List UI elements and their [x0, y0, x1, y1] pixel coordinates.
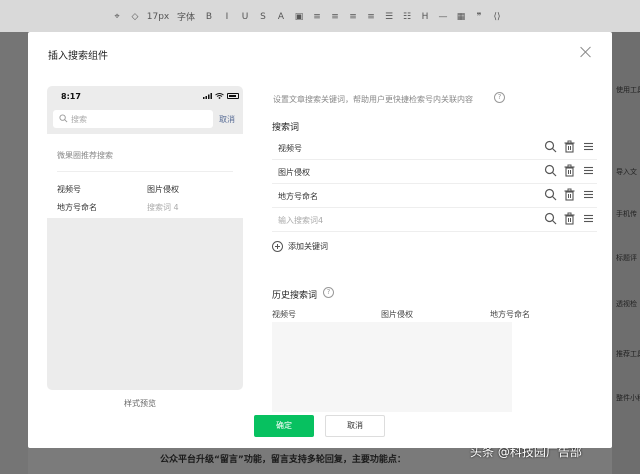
editor-left-margin — [0, 32, 28, 474]
recommend-word: 图片侵权 — [147, 185, 179, 194]
keyword-text[interactable]: 视频号 — [278, 143, 302, 154]
keyword-row: 输入搜索词4 — [272, 208, 597, 232]
bold-button[interactable]: B — [200, 12, 218, 22]
phone-time: 8:17 — [61, 92, 81, 101]
trash-icon[interactable] — [563, 212, 576, 225]
dialog-title: 插入搜索组件 — [48, 51, 108, 62]
help-icon[interactable]: ? — [494, 92, 505, 103]
help-icon[interactable]: ? — [323, 287, 334, 298]
drag-handle-icon[interactable] — [582, 140, 595, 153]
trash-icon[interactable] — [563, 164, 576, 177]
keyword-text[interactable]: 地方号命名 — [278, 191, 318, 202]
indent-icon[interactable]: ≡ — [326, 12, 344, 22]
phone-status-bar: 8:17 — [47, 86, 243, 108]
line-height-icon[interactable]: ≡ — [362, 12, 380, 22]
search-icon — [59, 114, 68, 123]
sidebar-item-phone[interactable]: 手机传 — [616, 210, 640, 219]
font-size-select[interactable]: 17px — [144, 12, 172, 22]
keywords-section-title: 搜索词 — [272, 123, 300, 133]
status-icons — [203, 93, 239, 99]
align-left-icon[interactable]: ≡ — [344, 12, 362, 22]
drag-handle-icon[interactable] — [582, 188, 595, 201]
add-keyword-label: 添加关键词 — [288, 242, 328, 251]
divider — [57, 171, 233, 172]
dialog-description: 设置文章搜索关键词，帮助用户更快捷检索号内关联内容 — [273, 95, 473, 104]
align-center-icon[interactable]: ≡ — [308, 12, 326, 22]
drag-handle-icon[interactable] — [582, 212, 595, 225]
phone-cancel-link: 取消 — [219, 115, 235, 124]
search-icon[interactable] — [544, 140, 557, 153]
wifi-icon — [215, 93, 224, 99]
keyword-text[interactable]: 图片侵权 — [278, 167, 310, 178]
list-icon[interactable]: ☰ — [380, 12, 398, 22]
trash-icon[interactable] — [563, 140, 576, 153]
search-icon[interactable] — [544, 164, 557, 177]
table-icon[interactable]: ▦ — [452, 12, 470, 22]
cancel-button[interactable]: 取消 — [325, 415, 385, 437]
keyword-row: 视频号 — [272, 136, 597, 160]
editor-toolbar: ⌖ ◇ 17px 字体 B I U S A ▣ ≡ ≡ ≡ ≡ ☰ ☷ H — … — [0, 0, 640, 32]
code-icon[interactable]: ⟨⟩ — [488, 12, 506, 22]
phone-preview: 8:17 搜索 取消 微果圈推荐搜索 视频号 图片侵权 地方号命名 搜索词 4 — [47, 86, 243, 390]
history-list — [272, 322, 512, 412]
phone-search-placeholder: 搜索 — [71, 115, 87, 124]
battery-icon — [227, 93, 239, 99]
add-keyword-button[interactable]: 添加关键词 — [272, 241, 328, 252]
recommend-word: 地方号命名 — [57, 203, 97, 212]
sidebar-item-import[interactable]: 导入文 — [616, 168, 640, 177]
font-color-button[interactable]: A — [272, 12, 290, 22]
sidebar-item-title[interactable]: 标题评 — [616, 254, 640, 263]
sidebar-item-check[interactable]: 透视检 — [616, 300, 640, 309]
italic-button[interactable]: I — [218, 12, 236, 22]
recommend-panel: 微果圈推荐搜索 视频号 图片侵权 地方号命名 搜索词 4 — [47, 134, 243, 218]
sidebar-item-miniprogram[interactable]: 整件小程 — [616, 394, 640, 403]
history-header: 地方号命名 — [490, 310, 530, 319]
keyword-row: 图片侵权 — [272, 160, 597, 184]
divider-icon[interactable]: — — [434, 12, 452, 22]
signal-icon — [203, 93, 212, 99]
underline-button[interactable]: U — [236, 12, 254, 22]
keyword-input[interactable]: 输入搜索词4 — [278, 215, 323, 226]
phone-search-input: 搜索 — [53, 110, 213, 128]
trash-icon[interactable] — [563, 188, 576, 201]
keyword-row: 地方号命名 — [272, 184, 597, 208]
sidebar-item-tools[interactable]: 使用工具 — [616, 86, 640, 95]
format-painter-icon[interactable]: ⌖ — [108, 12, 126, 22]
preview-label: 样式预览 — [124, 399, 156, 408]
drag-handle-icon[interactable] — [582, 164, 595, 177]
background-color-icon[interactable]: ▣ — [290, 12, 308, 22]
editor-body-text: 公众平台升级“留言”功能，留言支持多轮回复，主要功能点： — [160, 455, 406, 465]
history-header: 视频号 — [272, 310, 296, 319]
close-icon[interactable] — [579, 45, 593, 59]
history-section-title: 历史搜索词 — [272, 291, 318, 301]
recommend-title: 微果圈推荐搜索 — [57, 151, 113, 160]
strikethrough-button[interactable]: S — [254, 12, 272, 22]
right-sidebar: 使用工具 导入文 手机传 标题评 透视检 推荐工具 整件小程 — [612, 32, 640, 474]
numbered-list-icon[interactable]: ☷ — [398, 12, 416, 22]
search-icon[interactable] — [544, 188, 557, 201]
font-family-select[interactable]: 字体 — [172, 10, 200, 23]
quote-icon[interactable]: ❞ — [470, 12, 488, 22]
recommend-word: 视频号 — [57, 185, 81, 194]
heading-icon[interactable]: H — [416, 12, 434, 22]
recommend-word-placeholder: 搜索词 4 — [147, 203, 179, 212]
plus-circle-icon — [272, 241, 283, 252]
search-icon[interactable] — [544, 212, 557, 225]
confirm-button[interactable]: 确定 — [254, 415, 314, 437]
insert-search-dialog: 插入搜索组件 8:17 搜索 取消 微果圈推荐搜索 视频号 图片侵权 地方号命名… — [28, 32, 612, 448]
history-header: 图片侵权 — [381, 310, 413, 319]
clear-format-icon[interactable]: ◇ — [126, 12, 144, 22]
sidebar-item-recommend[interactable]: 推荐工具 — [616, 350, 640, 359]
